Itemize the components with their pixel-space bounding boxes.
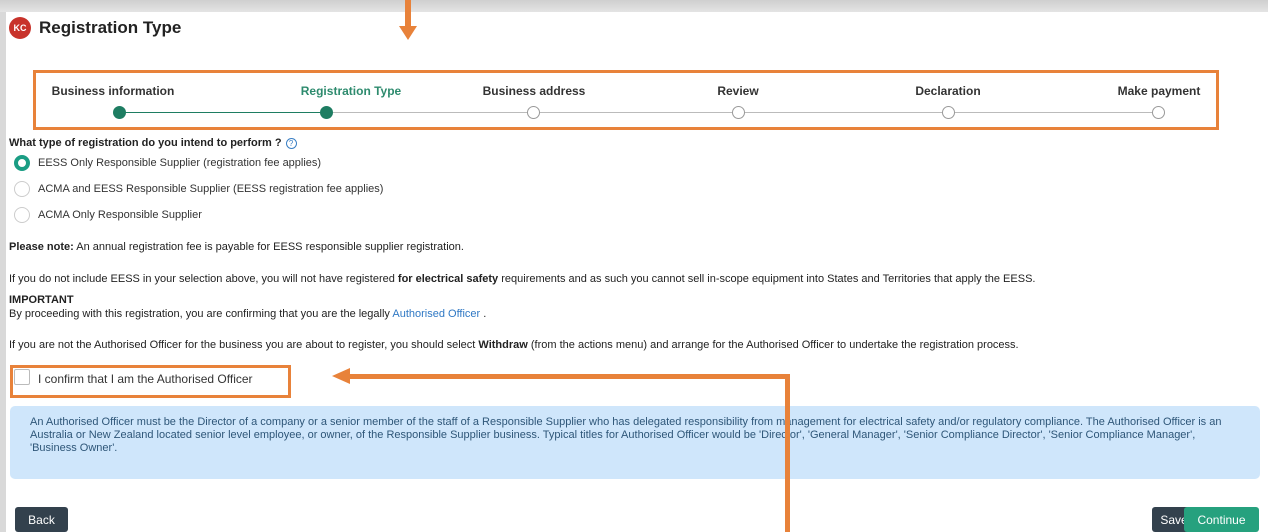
fee-note: Please note: An annual registration fee … [9, 241, 464, 253]
confirm-label[interactable]: I confirm that I am the Authorised Offic… [38, 372, 253, 386]
option-acma-only[interactable]: ACMA Only Responsible Supplier [14, 207, 202, 223]
important-heading: IMPORTANT [9, 294, 74, 306]
eess-warning-post: requirements and as such you cannot sell… [498, 273, 1036, 285]
annotation-arrow-left-icon [332, 368, 350, 384]
step-declaration[interactable]: Declaration [868, 84, 1028, 98]
page-header: KC Registration Type [9, 17, 181, 39]
info-text: An Authorised Officer must be the Direct… [30, 416, 1222, 454]
confirm-checkbox[interactable] [14, 369, 30, 385]
step-dot-business-information [113, 106, 126, 119]
page-title: Registration Type [39, 18, 182, 37]
step-dot-declaration [942, 106, 955, 119]
question-circle-icon[interactable]: ? [285, 137, 297, 149]
withdraw-bold: Withdraw [478, 339, 528, 351]
option-label: ACMA and EESS Responsible Supplier (EESS… [38, 183, 384, 195]
option-label: ACMA Only Responsible Supplier [38, 209, 202, 221]
withdraw-instructions: If you are not the Authorised Officer fo… [9, 339, 1019, 351]
eess-warning-pre: If you do not include EESS in your selec… [9, 273, 398, 285]
option-eess-only[interactable]: EESS Only Responsible Supplier (registra… [14, 155, 321, 171]
top-shadow [0, 0, 1268, 12]
step-dot-review [732, 106, 745, 119]
step-dot-business-address [527, 106, 540, 119]
step-registration-type[interactable]: Registration Type [271, 84, 431, 98]
radio-acma-and-eess[interactable] [14, 181, 30, 197]
step-dot-registration-type [320, 106, 333, 119]
step-make-payment[interactable]: Make payment [1079, 84, 1239, 98]
annotation-arrow-shaft [405, 0, 411, 28]
important-pre: By proceeding with this registration, yo… [9, 308, 393, 320]
authorised-officer-info: An Authorised Officer must be the Direct… [10, 406, 1260, 479]
eess-warning: If you do not include EESS in your selec… [9, 273, 1035, 285]
option-acma-and-eess[interactable]: ACMA and EESS Responsible Supplier (EESS… [14, 181, 383, 197]
important-text: By proceeding with this registration, yo… [9, 308, 486, 320]
annotation-arrow-down-icon [399, 26, 417, 40]
radio-acma-only[interactable] [14, 207, 30, 223]
avatar[interactable]: KC [9, 17, 31, 39]
eess-warning-bold: for electrical safety [397, 273, 499, 285]
step-business-address[interactable]: Business address [454, 84, 614, 98]
step-dot-make-payment [1152, 106, 1165, 119]
withdraw-post: (from the actions menu) and arrange for … [527, 339, 1019, 351]
question-text: What type of registration do you intend … [9, 137, 282, 149]
continue-button[interactable]: Continue [1184, 507, 1259, 532]
step-connector-pending [332, 112, 1162, 113]
registration-stepper: Business information Registration Type B… [33, 70, 1219, 130]
fee-note-text: An annual registration fee is payable fo… [73, 241, 464, 253]
option-label: EESS Only Responsible Supplier (registra… [38, 157, 322, 169]
step-connector-done [120, 112, 332, 113]
authorised-officer-link[interactable]: Authorised Officer [392, 308, 480, 320]
step-review[interactable]: Review [658, 84, 818, 98]
registration-question: What type of registration do you intend … [9, 137, 297, 149]
radio-eess-only[interactable] [14, 155, 30, 171]
annotation-arrow-vertical [785, 374, 790, 532]
withdraw-pre: If you are not the Authorised Officer fo… [9, 339, 479, 351]
step-business-information[interactable]: Business information [33, 84, 193, 98]
fee-note-label: Please note: [9, 241, 74, 253]
annotation-arrow-horizontal [348, 374, 790, 379]
important-post: . [480, 308, 487, 320]
back-button[interactable]: Back [15, 507, 68, 532]
